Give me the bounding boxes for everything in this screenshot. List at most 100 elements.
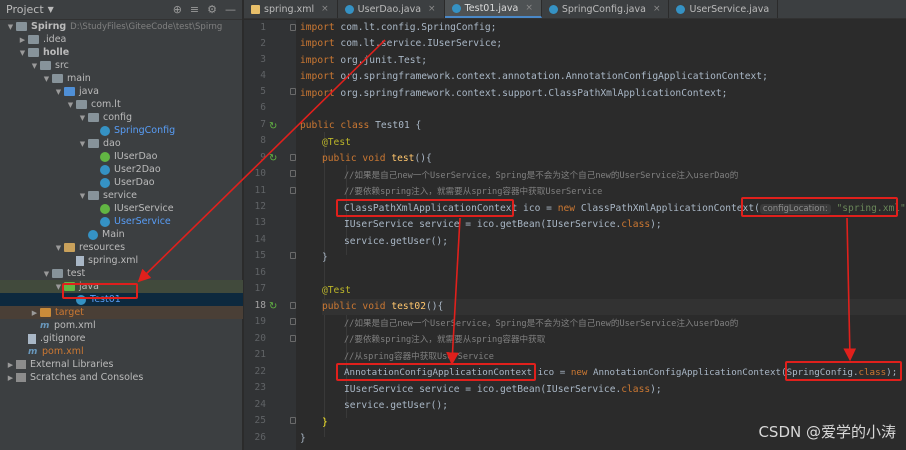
chevron-down-icon[interactable]: ▼	[54, 88, 63, 96]
tree-item-com-lt[interactable]: ▼ com.lt	[0, 98, 243, 111]
code-line: IUserService service = ico.getBean(IUser…	[344, 219, 662, 230]
code-line: public class Test01 {	[300, 120, 422, 131]
tab-springconfig-java[interactable]: SpringConfig.java ×	[542, 0, 670, 18]
tree-item-target[interactable]: ▶ target	[0, 306, 243, 319]
tab-label: Test01.java	[464, 2, 519, 14]
tab-spring-xml[interactable]: spring.xml ×	[244, 0, 338, 18]
close-icon[interactable]: ×	[321, 4, 329, 14]
chevron-down-icon[interactable]: ▼	[54, 244, 63, 252]
fold-marker-icon[interactable]	[290, 24, 296, 31]
chevron-down-icon[interactable]: ▼	[78, 114, 87, 122]
tree-item-external-libraries[interactable]: ▶ External Libraries	[0, 358, 243, 371]
chevron-down-icon[interactable]: ▼	[42, 270, 51, 278]
tree-item-main-class[interactable]: Main	[0, 228, 243, 241]
code-line: import com.lt.config.SpringConfig;	[300, 22, 497, 33]
tree-item-userdao[interactable]: UserDao	[0, 176, 243, 189]
folder-icon	[52, 269, 63, 278]
chevron-down-icon[interactable]: ▼	[78, 192, 87, 200]
fold-marker-icon[interactable]	[290, 318, 296, 325]
chevron-right-icon[interactable]: ▶	[6, 374, 15, 382]
class-icon	[344, 4, 354, 14]
chevron-right-icon[interactable]: ▶	[6, 361, 15, 369]
tree-item-holle-pom[interactable]: m pom.xml	[0, 319, 243, 332]
tree-item-test01[interactable]: Test01	[0, 293, 243, 306]
fold-marker-icon[interactable]	[290, 187, 296, 194]
code-line: import org.springframework.context.suppo…	[300, 88, 728, 99]
tab-userservice-java[interactable]: UserService.java	[669, 0, 779, 18]
watermark: CSDN @爱学的小涛	[758, 423, 896, 441]
chevron-down-icon[interactable]: ▼	[66, 101, 75, 109]
tree-item-label: main	[67, 73, 91, 84]
folder-icon	[52, 74, 63, 83]
line-number: 13	[254, 217, 266, 228]
tree-item-dao[interactable]: ▼ dao	[0, 137, 243, 150]
chevron-down-icon[interactable]: ▼	[48, 5, 54, 14]
chevron-down-icon[interactable]: ▼	[18, 49, 27, 57]
tree-item-service[interactable]: ▼ service	[0, 189, 243, 202]
class-icon	[100, 125, 110, 136]
close-icon[interactable]: ×	[428, 4, 436, 14]
tree-item-springconfig[interactable]: SpringConfig	[0, 124, 243, 137]
tree-item-main-java[interactable]: ▼ java	[0, 85, 243, 98]
tree-item-test[interactable]: ▼ test	[0, 267, 243, 280]
chevron-down-icon[interactable]: ▼	[42, 75, 51, 83]
class-icon	[76, 294, 86, 305]
tree-item-userservice[interactable]: UserService	[0, 215, 243, 228]
tree-item-src[interactable]: ▼ src	[0, 59, 243, 72]
tree-item-iuserdao[interactable]: IUserDao	[0, 150, 243, 163]
run-class-icon[interactable]: ↻	[269, 122, 279, 132]
chevron-right-icon[interactable]: ▶	[30, 309, 39, 317]
editor-gutter[interactable]: 1 2 3 4 5 6 7 8 9 10 11 12 13 14 15 16 1…	[244, 20, 296, 450]
fold-marker-icon[interactable]	[290, 170, 296, 177]
fold-marker-icon[interactable]	[290, 252, 296, 259]
tree-item-spring-xml[interactable]: spring.xml	[0, 254, 243, 267]
close-icon[interactable]: ×	[525, 3, 533, 13]
xml-file-icon	[251, 4, 260, 14]
tree-item-main[interactable]: ▼ main	[0, 72, 243, 85]
fold-marker-icon[interactable]	[290, 88, 296, 95]
chevron-down-icon[interactable]: ▼	[30, 62, 39, 70]
class-icon	[451, 3, 461, 13]
hide-icon[interactable]: —	[225, 3, 236, 16]
tab-userdao-java[interactable]: UserDao.java ×	[338, 0, 445, 18]
settings-icon[interactable]: ⚙	[207, 3, 217, 16]
tree-item-project-root[interactable]: ▼ Spirng D:\StudyFiles\GiteeCode\test\Sp…	[0, 20, 243, 33]
tree-item-label: SpringConfig	[114, 125, 176, 136]
close-icon[interactable]: ×	[653, 4, 661, 14]
locate-icon[interactable]: ⊕	[173, 3, 182, 16]
chevron-right-icon[interactable]: ▶	[18, 36, 27, 44]
chevron-down-icon[interactable]: ▼	[78, 140, 87, 148]
tree-item-label: test	[67, 268, 86, 279]
tree-item-label: Scratches and Consoles	[30, 372, 144, 383]
run-test-icon[interactable]: ↻	[269, 154, 279, 164]
tree-item-holle[interactable]: ▼ holle	[0, 46, 243, 59]
run-test-icon[interactable]: ↻	[269, 302, 279, 312]
code-line: @Test	[322, 137, 351, 148]
line-number: 16	[254, 267, 266, 278]
chevron-down-icon[interactable]: ▼	[54, 283, 63, 291]
class-icon	[548, 4, 558, 14]
fold-marker-icon[interactable]	[290, 302, 296, 309]
project-panel-title[interactable]: Project	[6, 3, 44, 16]
tree-item-user2dao[interactable]: User2Dao	[0, 163, 243, 176]
collapse-all-icon[interactable]: ≡	[190, 3, 199, 16]
folder-icon	[40, 61, 51, 70]
code-area[interactable]: import com.lt.config.SpringConfig; impor…	[300, 20, 906, 450]
fold-marker-icon[interactable]	[290, 335, 296, 342]
tree-item-idea[interactable]: ▶ .idea	[0, 33, 243, 46]
project-panel-header[interactable]: Project ▼ ⊕ ≡ ⚙ —	[0, 0, 242, 20]
tree-item-iuserservice[interactable]: IUserService	[0, 202, 243, 215]
tree-item-resources[interactable]: ▼ resources	[0, 241, 243, 254]
tree-item-scratches[interactable]: ▶ Scratches and Consoles	[0, 371, 243, 384]
tab-test01-java[interactable]: Test01.java ×	[444, 0, 542, 18]
fold-marker-icon[interactable]	[290, 417, 296, 424]
code-editor[interactable]: spring.xml × UserDao.java × Test01.java …	[244, 0, 906, 450]
folder-icon	[28, 48, 39, 57]
chevron-down-icon[interactable]: ▼	[6, 23, 15, 31]
tree-item-config[interactable]: ▼ config	[0, 111, 243, 124]
tree-item-test-java[interactable]: ▼ java	[0, 280, 243, 293]
tree-item-root-pom[interactable]: m pom.xml	[0, 345, 243, 358]
interface-icon	[100, 151, 110, 162]
fold-marker-icon[interactable]	[290, 154, 296, 161]
tree-item-gitignore[interactable]: .gitignore	[0, 332, 243, 345]
